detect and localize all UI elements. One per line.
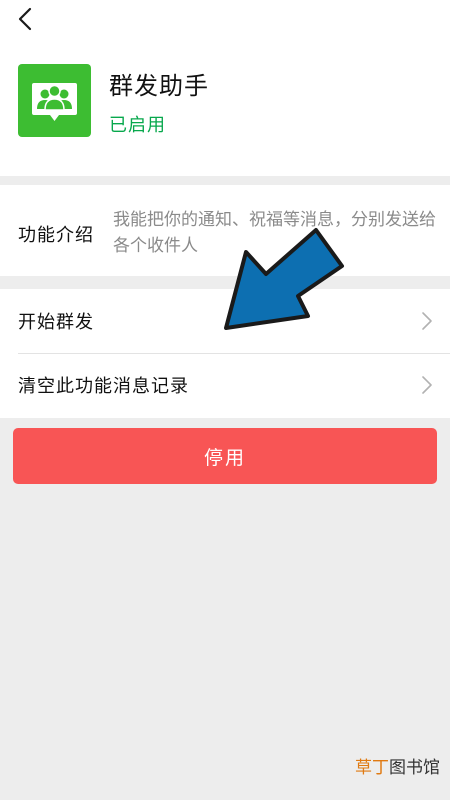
app-status: 已启用: [109, 115, 166, 136]
intro-label: 功能介绍: [18, 225, 94, 246]
clear-history-label: 清空此功能消息记录: [18, 376, 189, 397]
chevron-right-icon: [422, 312, 432, 330]
chevron-right-icon: [422, 376, 432, 394]
disable-button[interactable]: 停用: [13, 428, 437, 484]
watermark-rest: 图书馆: [389, 758, 440, 778]
watermark-accent: 草丁: [355, 758, 389, 778]
app-header-section: 群发助手 已启用: [0, 0, 450, 176]
back-button[interactable]: [10, 4, 40, 34]
start-broadcast-label: 开始群发: [18, 312, 94, 333]
app-title: 群发助手: [109, 72, 209, 100]
blue-pointer-arrow-icon: [224, 228, 344, 330]
clear-history-row[interactable]: 清空此功能消息记录: [0, 353, 450, 417]
watermark: 草丁图书馆: [355, 753, 440, 778]
group-users-icon: [18, 64, 91, 137]
chevron-left-icon: [18, 7, 32, 31]
